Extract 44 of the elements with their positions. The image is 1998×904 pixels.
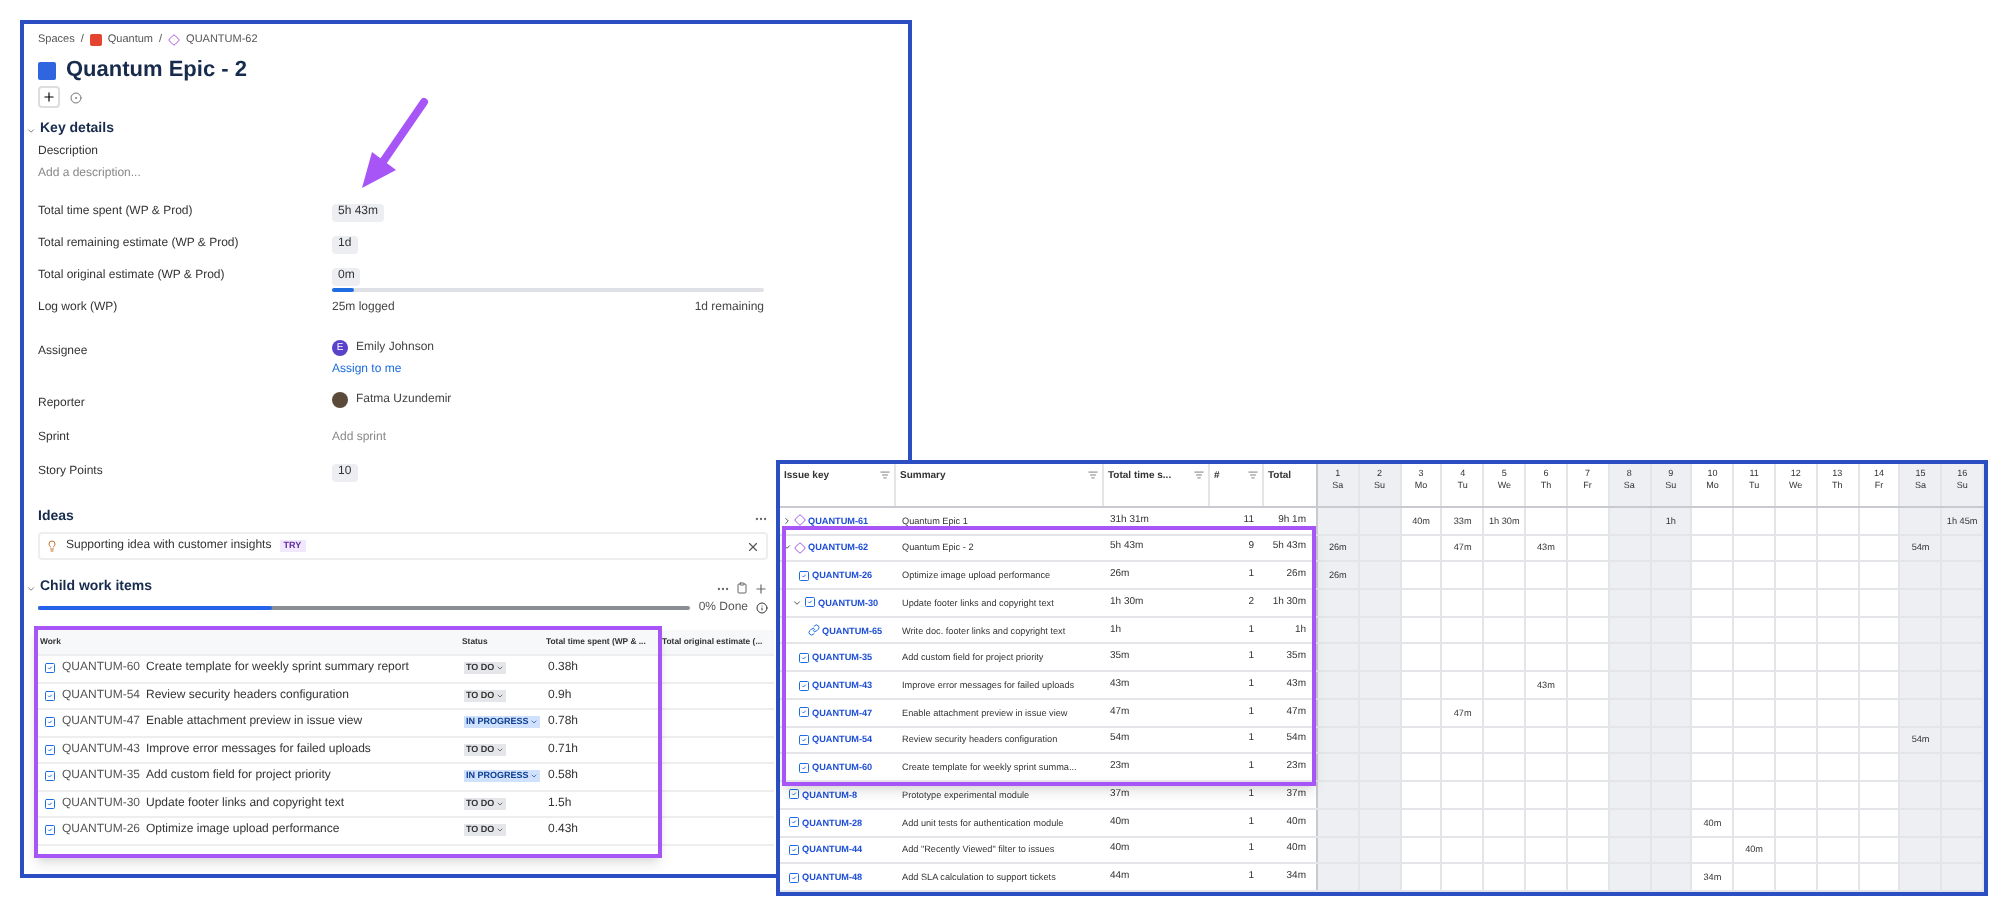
checkbox-icon [788,843,800,856]
diamond-icon [794,514,806,527]
filter-icon[interactable] [1248,470,1258,480]
checkbox-icon [44,689,56,702]
chevron-down-icon[interactable] [26,583,36,593]
info-icon[interactable] [756,601,768,613]
add-button[interactable] [38,86,60,108]
checkbox-icon [798,761,810,774]
diamond-icon [168,34,181,46]
checkbox-icon [788,816,800,829]
checkbox-icon [798,651,810,664]
checkbox-icon [44,743,56,756]
checkbox-icon [44,797,56,810]
chevron-down-icon[interactable] [792,597,802,608]
clipboard-icon[interactable] [736,582,748,594]
checkbox-icon [798,679,810,692]
checkbox-icon [788,788,800,801]
diamond-icon [794,541,806,554]
checkbox-icon [44,824,56,837]
add-icon[interactable] [754,581,768,595]
checkbox-icon [44,662,56,675]
checkbox-icon [788,871,800,884]
arrow-annotation [362,98,428,188]
circle-button[interactable] [64,86,86,108]
chevron-down-icon[interactable] [26,125,36,135]
circle-icon [69,91,81,103]
checkbox-icon [44,770,56,783]
close-icon[interactable] [746,539,760,553]
checkbox-icon [798,569,810,582]
checkbox-icon [44,716,56,729]
filter-icon[interactable] [1088,470,1098,480]
chevron-right-icon[interactable] [782,515,792,526]
checkbox-icon [798,706,810,719]
plus-icon [42,90,56,104]
issue-title: Quantum Epic - 2 [66,56,247,84]
avatar [332,392,348,408]
filter-icon[interactable] [880,470,890,480]
project-icon [89,34,102,46]
lightbulb-icon [46,540,58,552]
checkbox-icon [798,733,810,746]
epic-icon [38,61,56,79]
filter-icon[interactable] [1194,470,1204,480]
checkbox-icon [804,596,816,609]
link-icon [808,624,820,637]
